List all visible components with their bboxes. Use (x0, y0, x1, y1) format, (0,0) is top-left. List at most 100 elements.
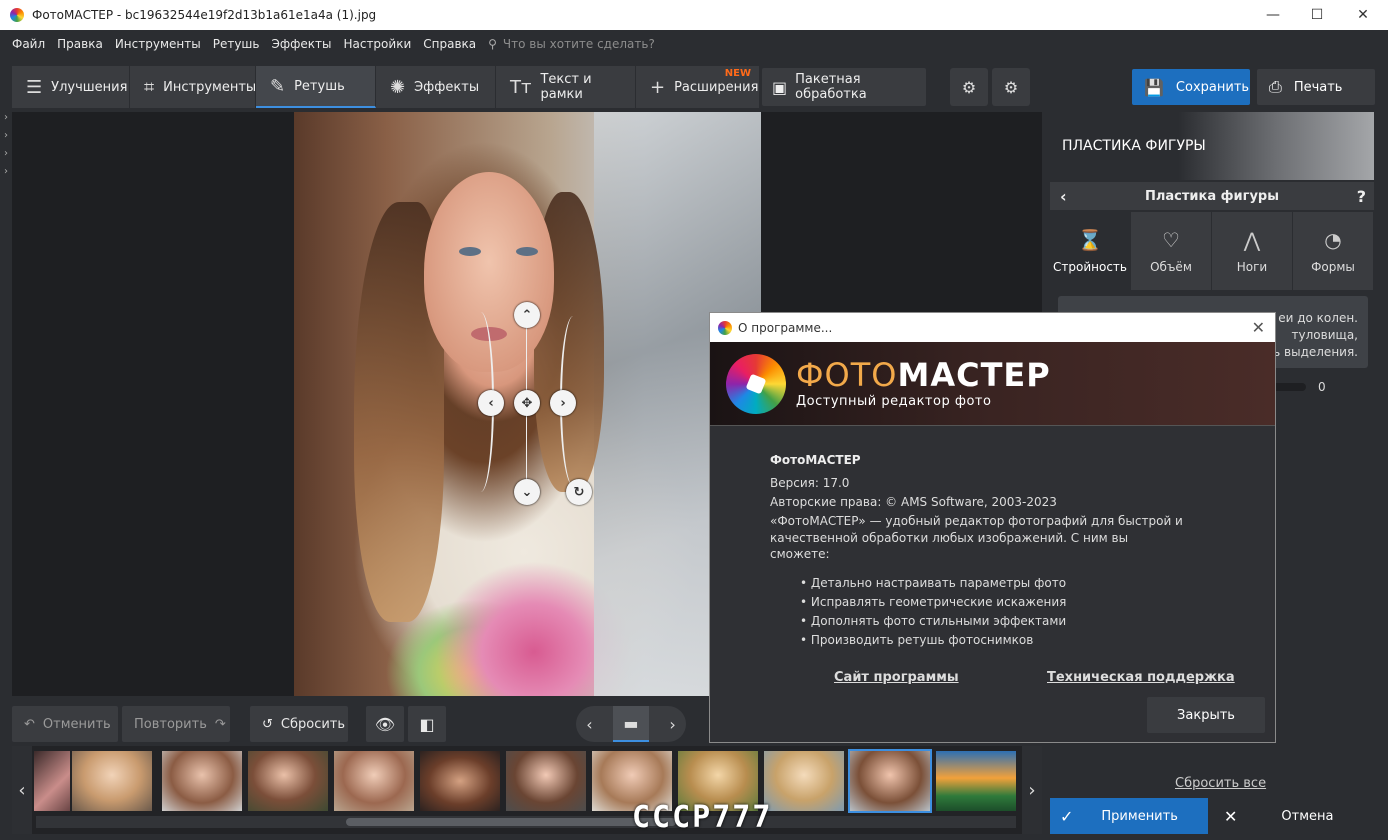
main-tabs: ☰ Улучшения ⌗ Инструменты ✎ Ретушь ✺ Эффекты… (12, 66, 760, 108)
reset-icon: ↺ (262, 716, 273, 732)
chest-icon: ♡ (1162, 228, 1180, 252)
warp-move-handle[interactable]: ✥ (514, 390, 540, 416)
brand-block: ФОТОМАСТЕР Доступный редактор фото (796, 358, 1051, 409)
apply-button[interactable]: ✓ Применить (1050, 798, 1208, 834)
redo-button[interactable]: Повторить ↷ (122, 706, 230, 742)
undo-button[interactable]: ↶ Отменить (12, 706, 118, 742)
add-preset-button[interactable]: ⚙ (950, 68, 988, 106)
close-icon: ✕ (1224, 806, 1238, 826)
scrollbar-thumb[interactable] (346, 818, 676, 826)
crop-icon: ⌗ (144, 76, 155, 98)
tab-shapes[interactable]: ◔ Формы (1293, 212, 1374, 290)
save-button[interactable]: 💾 Сохранить (1132, 69, 1250, 105)
filmstrip-thumbnail[interactable] (764, 751, 844, 811)
menu-effects[interactable]: Эффекты (265, 37, 337, 51)
filmstrip-scrollbar[interactable] (36, 816, 1016, 828)
tab-slimness[interactable]: ⌛ Стройность (1050, 212, 1131, 290)
support-link[interactable]: Техническая поддержка (1047, 670, 1235, 685)
filmstrip-thumbnail[interactable] (506, 751, 586, 811)
filmstrip-thumbnail-selected[interactable] (848, 749, 932, 813)
maximize-button[interactable]: ☐ (1294, 0, 1340, 30)
menu-bar: Файл Правка Инструменты Ретушь Эффекты Н… (0, 30, 1388, 58)
print-button[interactable]: ⎙ Печать (1257, 69, 1375, 105)
warp-down-handle[interactable]: ⌄ (514, 479, 540, 505)
filmstrip-thumbnail[interactable] (936, 751, 1016, 811)
folder-button[interactable]: ▬ (612, 706, 649, 742)
sliders-icon: ☰ (26, 76, 43, 98)
printer-icon: ⎙ (1269, 77, 1282, 96)
apply-label: Применить (1101, 808, 1178, 824)
menu-help[interactable]: Справка (417, 37, 482, 51)
tab-label: Формы (1311, 260, 1355, 274)
filmstrip-thumbnail[interactable] (248, 751, 328, 811)
search-input[interactable]: Что вы хотите сделать? (503, 37, 655, 51)
cancel-button[interactable]: ✕ Отмена (1212, 798, 1374, 834)
legs-icon: ⋀ (1243, 228, 1261, 252)
dialog-close-icon[interactable]: ✕ (1252, 318, 1265, 337)
copyright-text: Авторские права: © AMS Software, 2003-20… (770, 495, 1057, 509)
filmstrip-next-button[interactable]: › (1022, 746, 1042, 834)
tab-improvements[interactable]: ☰ Улучшения (12, 66, 130, 108)
tab-label: Улучшения (51, 79, 128, 95)
tab-volume[interactable]: ♡ Объём (1131, 212, 1212, 290)
warp-right-handle[interactable]: › (550, 390, 576, 416)
preview-button[interactable]: 👁 (366, 706, 404, 742)
website-link[interactable]: Сайт программы (834, 670, 959, 685)
brush-icon: ✎ (270, 75, 286, 97)
app-logo-icon (718, 320, 732, 335)
brand-logo-icon (726, 353, 786, 414)
chevron-right-icon[interactable]: › (0, 130, 12, 148)
tab-tools[interactable]: ⌗ Инструменты (130, 66, 256, 108)
window-title: ФотоМАСТЕР - bc19632544e19f2d13b1a61e1a4… (32, 8, 377, 22)
menu-tools[interactable]: Инструменты (109, 37, 207, 51)
warp-rotate-handle[interactable]: ↻ (566, 479, 592, 505)
batch-processing-button[interactable]: ▣ Пакетная обработка (762, 68, 926, 106)
reset-button[interactable]: ↺ Сбросить (250, 706, 348, 742)
filmstrip-thumbnail[interactable] (162, 751, 242, 811)
sliders-plus-icon: ⚙ (961, 77, 977, 97)
tab-legs[interactable]: ⋀ Ноги (1212, 212, 1293, 290)
filmstrip-thumbnail[interactable] (34, 751, 70, 811)
previous-image-button[interactable]: ‹ (586, 715, 592, 734)
tab-effects[interactable]: ✺ Эффекты (376, 66, 496, 108)
chevron-right-icon[interactable]: › (0, 148, 12, 166)
search-icon: ⚲ (488, 37, 497, 51)
chevron-right-icon[interactable]: › (0, 112, 12, 130)
reset-all-link[interactable]: Сбросить все (1175, 776, 1266, 791)
tab-label: Ноги (1236, 260, 1268, 274)
dialog-close-button[interactable]: Закрыть (1147, 697, 1265, 733)
filmstrip-thumbnail[interactable] (72, 751, 152, 811)
minimize-button[interactable]: — (1250, 0, 1296, 30)
menu-settings[interactable]: Настройки (337, 37, 417, 51)
chevron-left-icon: ‹ (18, 779, 26, 801)
warp-up-handle[interactable]: ⌃ (514, 302, 540, 328)
subheader-title: Пластика фигуры (1145, 188, 1279, 204)
dialog-title-bar: О программе... ✕ (710, 313, 1275, 342)
tab-retouch[interactable]: ✎ Ретушь (256, 66, 376, 108)
download-preset-button[interactable]: ⚙ (992, 68, 1030, 106)
filmstrip-thumbnail[interactable] (420, 751, 500, 811)
help-icon[interactable]: ? (1357, 187, 1366, 206)
rotate-icon: ↻ (573, 484, 585, 500)
filmstrip-prev-button[interactable]: ‹ (12, 746, 32, 834)
filmstrip-thumbnail[interactable] (334, 751, 414, 811)
chevron-right-icon: › (560, 395, 566, 411)
window-scrollbar[interactable] (1376, 30, 1388, 840)
close-window-button[interactable]: ✕ (1340, 0, 1386, 30)
next-image-button[interactable]: › (669, 715, 675, 734)
app-name: ФотоМАСТЕР (770, 453, 861, 467)
chevron-right-icon[interactable]: › (0, 166, 12, 184)
cancel-label: Отмена (1281, 808, 1334, 824)
tab-label: Эффекты (414, 79, 480, 95)
tab-extensions[interactable]: + Расширения NEW (636, 66, 760, 108)
menu-retouch[interactable]: Ретушь (207, 37, 266, 51)
undo-icon: ↶ (24, 716, 35, 732)
menu-file[interactable]: Файл (6, 37, 51, 51)
menu-edit[interactable]: Правка (51, 37, 109, 51)
photo-eye (516, 247, 538, 256)
back-arrow-icon[interactable]: ‹ (1060, 187, 1067, 206)
compare-button[interactable]: ◧ (408, 706, 446, 742)
warp-left-handle[interactable]: ‹ (478, 390, 504, 416)
eye-icon: 👁 (374, 714, 396, 734)
tab-text-frames[interactable]: Tт Текст и рамки (496, 66, 636, 108)
